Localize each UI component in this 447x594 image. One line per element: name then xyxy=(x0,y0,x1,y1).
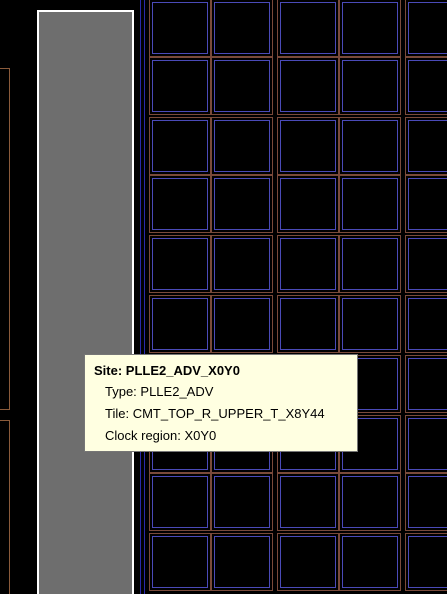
site-cell[interactable] xyxy=(280,178,336,230)
site-cell[interactable] xyxy=(152,238,208,290)
site-cell[interactable] xyxy=(280,536,336,588)
site-cell[interactable] xyxy=(152,60,208,112)
site-cell[interactable] xyxy=(342,2,398,54)
site-cell[interactable] xyxy=(152,536,208,588)
site-cell[interactable] xyxy=(408,358,447,410)
selected-site-plle2[interactable] xyxy=(37,10,134,594)
site-cell[interactable] xyxy=(408,536,447,588)
site-cell[interactable] xyxy=(214,60,270,112)
site-cell[interactable] xyxy=(152,476,208,528)
site-cell[interactable] xyxy=(342,120,398,172)
site-cell[interactable] xyxy=(408,418,447,470)
site-cell[interactable] xyxy=(408,298,447,350)
site-cell[interactable] xyxy=(280,298,336,350)
site-cell[interactable] xyxy=(214,178,270,230)
site-cell[interactable] xyxy=(342,476,398,528)
site-cell[interactable] xyxy=(152,120,208,172)
site-cell[interactable] xyxy=(152,298,208,350)
tooltip-tile: Tile: CMT_TOP_R_UPPER_T_X8Y44 xyxy=(105,406,325,421)
site-cell[interactable] xyxy=(408,120,447,172)
routing-line xyxy=(144,0,145,594)
site-cell[interactable] xyxy=(214,536,270,588)
site-cell[interactable] xyxy=(408,476,447,528)
site-cell[interactable] xyxy=(408,178,447,230)
device-view-canvas[interactable]: Site: PLLE2_ADV_X0Y0 Type: PLLE2_ADV Til… xyxy=(0,0,447,594)
site-cell[interactable] xyxy=(408,238,447,290)
site-cell[interactable] xyxy=(342,178,398,230)
site-cell[interactable] xyxy=(214,238,270,290)
site-cell[interactable] xyxy=(280,476,336,528)
site-cell[interactable] xyxy=(214,2,270,54)
site-cell[interactable] xyxy=(342,60,398,112)
site-cell[interactable] xyxy=(214,120,270,172)
tooltip-type: Type: PLLE2_ADV xyxy=(105,384,214,399)
site-tooltip: Site: PLLE2_ADV_X0Y0 Type: PLLE2_ADV Til… xyxy=(84,354,358,452)
routing-line xyxy=(140,0,141,594)
tooltip-clock-region: Clock region: X0Y0 xyxy=(105,428,217,443)
site-cell[interactable] xyxy=(280,238,336,290)
site-cell[interactable] xyxy=(152,178,208,230)
site-cell[interactable] xyxy=(280,60,336,112)
site-cell[interactable] xyxy=(152,2,208,54)
site-cell[interactable] xyxy=(342,298,398,350)
site-cell[interactable] xyxy=(342,238,398,290)
site-cell[interactable] xyxy=(214,298,270,350)
site-cell[interactable] xyxy=(408,2,447,54)
tile-grid xyxy=(148,0,447,594)
left-tile-lower[interactable] xyxy=(0,420,10,594)
site-cell[interactable] xyxy=(342,536,398,588)
site-cell[interactable] xyxy=(408,60,447,112)
tooltip-title: Site: PLLE2_ADV_X0Y0 xyxy=(94,363,240,378)
site-cell[interactable] xyxy=(280,120,336,172)
site-cell[interactable] xyxy=(214,476,270,528)
left-tile-upper[interactable] xyxy=(0,68,10,410)
site-cell[interactable] xyxy=(280,2,336,54)
